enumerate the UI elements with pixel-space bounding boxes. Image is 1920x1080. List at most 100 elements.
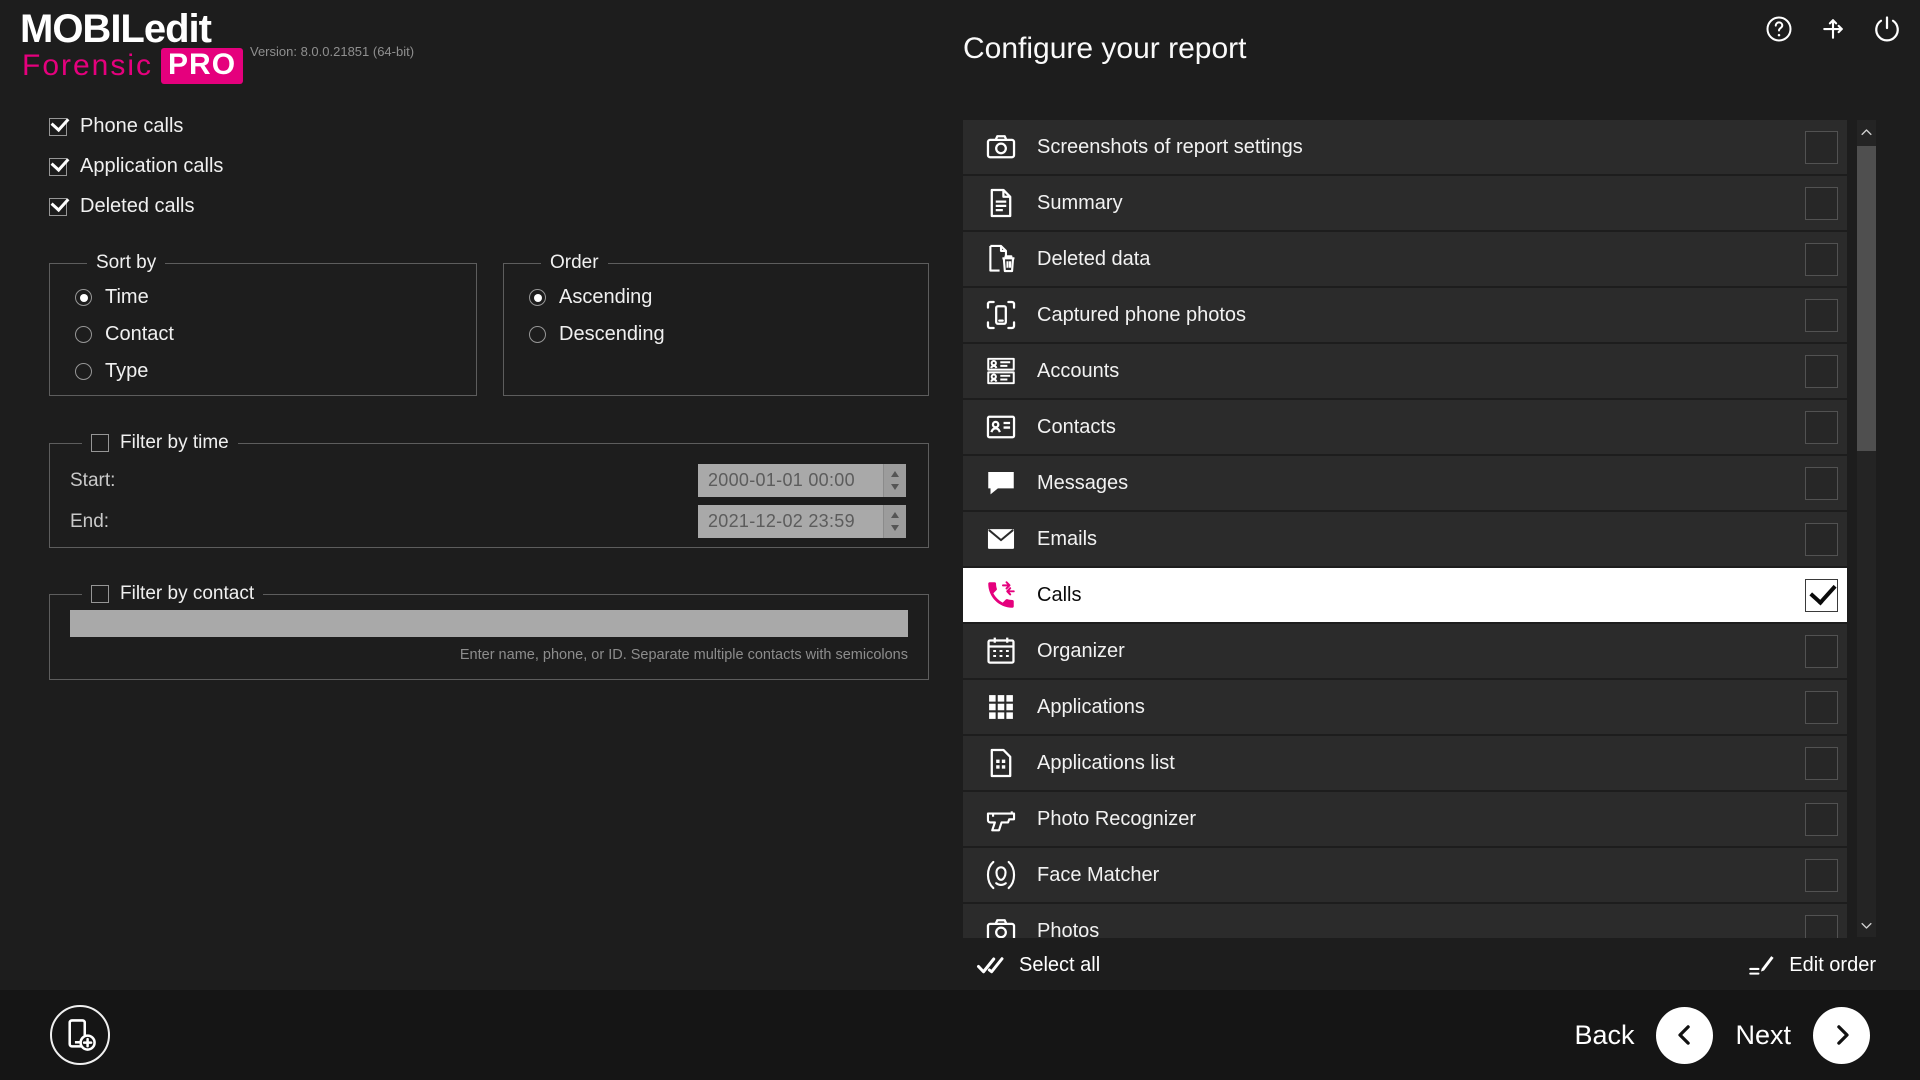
contact-filter-input[interactable]: [70, 610, 908, 637]
start-label: Start:: [70, 470, 115, 492]
report-section-checkbox[interactable]: [1805, 803, 1838, 836]
spinner-up-icon[interactable]: [891, 512, 899, 518]
select-all-icon: [975, 950, 1005, 980]
radio-button[interactable]: [75, 289, 92, 306]
scrollbar[interactable]: [1857, 120, 1876, 937]
report-section-checkbox[interactable]: [1805, 523, 1838, 556]
back-label[interactable]: Back: [1574, 1020, 1634, 1051]
end-spinner[interactable]: [883, 505, 906, 538]
next-button[interactable]: [1813, 1007, 1870, 1064]
scrollbar-thumb[interactable]: [1857, 146, 1876, 451]
checkbox-label: Phone calls: [80, 115, 183, 138]
report-section-row[interactable]: Summary: [963, 176, 1847, 230]
report-section-checkbox[interactable]: [1805, 187, 1838, 220]
scroll-down-icon[interactable]: [1857, 915, 1876, 935]
scroll-up-icon[interactable]: [1857, 122, 1876, 142]
list-footer: Select all Edit order: [963, 941, 1876, 989]
report-section-row[interactable]: Face Matcher: [963, 848, 1847, 902]
radio-option-row[interactable]: Time: [75, 286, 476, 309]
report-section-checkbox[interactable]: [1805, 859, 1838, 892]
applications-list-icon: [984, 746, 1018, 780]
call-option-row[interactable]: Deleted calls: [49, 195, 223, 218]
radio-button[interactable]: [75, 326, 92, 343]
call-option-row[interactable]: Application calls: [49, 155, 223, 178]
report-section-checkbox[interactable]: [1805, 131, 1838, 164]
checkbox[interactable]: [49, 118, 67, 136]
report-section-row[interactable]: Calls: [963, 568, 1847, 622]
radio-button[interactable]: [529, 289, 546, 306]
start-datetime-value: 2000-01-01 00:00: [708, 470, 855, 491]
spinner-down-icon[interactable]: [891, 525, 899, 531]
report-section-row[interactable]: Organizer: [963, 624, 1847, 678]
report-section-checkbox[interactable]: [1805, 299, 1838, 332]
checkbox[interactable]: [49, 198, 67, 216]
wizard-nav: Back Next: [1574, 1006, 1870, 1064]
select-all-button[interactable]: Select all: [963, 950, 1100, 980]
report-section-row[interactable]: Applications list: [963, 736, 1847, 790]
start-spinner[interactable]: [883, 464, 906, 497]
deleted-data-icon: [984, 242, 1018, 276]
edit-order-icon: [1747, 951, 1775, 979]
report-section-checkbox[interactable]: [1805, 747, 1838, 780]
sort-by-options: Time Contact Type: [75, 286, 476, 383]
window-controls: [1764, 14, 1902, 44]
radio-label: Ascending: [559, 286, 652, 309]
help-icon[interactable]: [1764, 14, 1794, 44]
face-matcher-icon: [984, 858, 1018, 892]
report-section-row[interactable]: Applications: [963, 680, 1847, 734]
add-device-button[interactable]: [50, 1005, 110, 1065]
spinner-down-icon[interactable]: [891, 484, 899, 490]
radio-option-row[interactable]: Type: [75, 360, 476, 383]
next-label[interactable]: Next: [1735, 1020, 1791, 1051]
spinner-up-icon[interactable]: [891, 471, 899, 477]
report-section-label: Summary: [1037, 192, 1805, 215]
radio-label: Time: [105, 286, 149, 309]
power-icon[interactable]: [1872, 14, 1902, 44]
end-datetime-value: 2021-12-02 23:59: [708, 511, 855, 532]
report-section-label: Applications: [1037, 696, 1805, 719]
version-label: Version: 8.0.0.21851 (64-bit): [250, 44, 414, 59]
report-section-checkbox[interactable]: [1805, 915, 1838, 939]
radio-button[interactable]: [529, 326, 546, 343]
app-logo: MOBILedit Forensic PRO: [20, 8, 243, 84]
filter-time-checkbox[interactable]: [91, 434, 109, 452]
radio-option-row[interactable]: Descending: [529, 323, 928, 346]
report-section-checkbox[interactable]: [1805, 579, 1838, 612]
call-option-row[interactable]: Phone calls: [49, 115, 223, 138]
report-section-row[interactable]: Photo Recognizer: [963, 792, 1847, 846]
report-section-row[interactable]: Contacts: [963, 400, 1847, 454]
report-section-row[interactable]: Accounts: [963, 344, 1847, 398]
report-section-row[interactable]: Deleted data: [963, 232, 1847, 286]
radio-button[interactable]: [75, 363, 92, 380]
radio-option-row[interactable]: Contact: [75, 323, 476, 346]
report-section-row[interactable]: Screenshots of report settings: [963, 120, 1847, 174]
start-datetime-input[interactable]: 2000-01-01 00:00: [698, 464, 906, 497]
report-section-label: Applications list: [1037, 752, 1805, 775]
report-section-checkbox[interactable]: [1805, 355, 1838, 388]
report-section-checkbox[interactable]: [1805, 691, 1838, 724]
report-section-row[interactable]: Photos: [963, 904, 1847, 938]
report-section-row[interactable]: Messages: [963, 456, 1847, 510]
end-label: End:: [70, 511, 109, 533]
call-options: Phone calls Application calls Deleted ca…: [49, 115, 223, 235]
filter-contact-checkbox[interactable]: [91, 585, 109, 603]
report-section-checkbox[interactable]: [1805, 411, 1838, 444]
select-all-label: Select all: [1019, 954, 1100, 977]
edit-order-button[interactable]: Edit order: [1747, 951, 1876, 979]
checkbox[interactable]: [49, 158, 67, 176]
report-section-checkbox[interactable]: [1805, 243, 1838, 276]
end-datetime-input[interactable]: 2021-12-02 23:59: [698, 505, 906, 538]
add-device-icon: [61, 1016, 99, 1054]
back-button[interactable]: [1656, 1007, 1713, 1064]
report-section-label: Calls: [1037, 584, 1805, 607]
filter-contact-label: Filter by contact: [120, 583, 254, 605]
checkbox-label: Application calls: [80, 155, 223, 178]
report-section-row[interactable]: Emails: [963, 512, 1847, 566]
report-section-checkbox[interactable]: [1805, 635, 1838, 668]
report-section-checkbox[interactable]: [1805, 467, 1838, 500]
page-title: Configure your report: [963, 32, 1246, 66]
report-section-row[interactable]: Captured phone photos: [963, 288, 1847, 342]
photo-recognizer-icon: [984, 802, 1018, 836]
radio-option-row[interactable]: Ascending: [529, 286, 928, 309]
pin-window-icon[interactable]: [1818, 14, 1848, 44]
